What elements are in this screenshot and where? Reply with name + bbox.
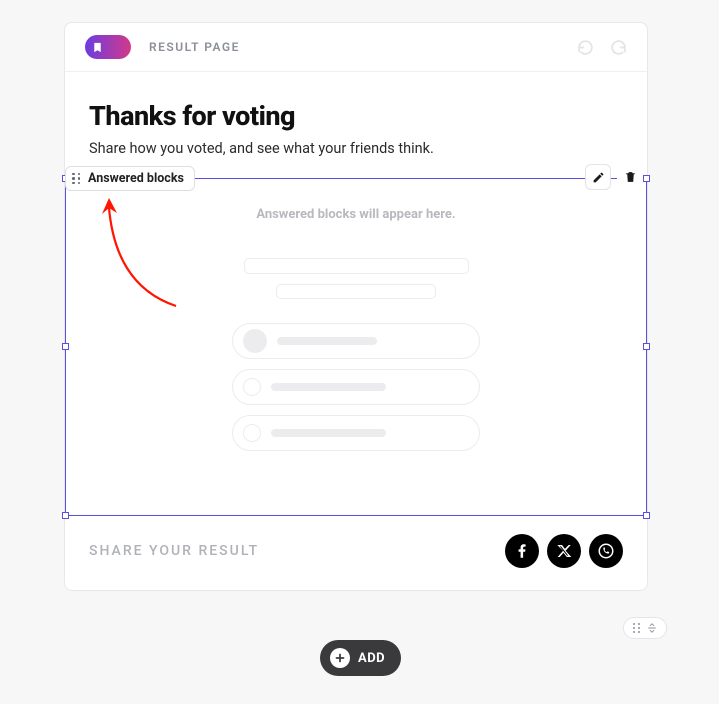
skeleton-option bbox=[232, 369, 480, 405]
selection-handle[interactable] bbox=[643, 512, 650, 519]
heading-block: Thanks for voting Share how you voted, a… bbox=[65, 72, 647, 167]
header-actions bbox=[577, 39, 627, 56]
selection-handle[interactable] bbox=[62, 512, 69, 519]
bookmark-icon bbox=[92, 41, 103, 54]
x-icon bbox=[556, 543, 572, 559]
selection-handle[interactable] bbox=[643, 175, 650, 182]
answered-blocks-area[interactable]: Answered blocks will appear here. bbox=[65, 178, 647, 516]
whatsapp-icon bbox=[597, 542, 615, 560]
share-facebook[interactable] bbox=[505, 534, 539, 568]
skeleton-option bbox=[232, 323, 480, 359]
share-row: SHARE YOUR RESULT bbox=[65, 516, 647, 590]
delete-button[interactable] bbox=[617, 164, 643, 190]
grip-icon bbox=[633, 623, 641, 634]
trash-icon bbox=[624, 170, 637, 184]
page-subtitle: Share how you voted, and see what your f… bbox=[89, 140, 623, 157]
skeleton-option bbox=[232, 415, 480, 451]
edit-button[interactable] bbox=[585, 164, 611, 190]
result-page-card: RESULT PAGE Thanks for voting Share how … bbox=[64, 22, 648, 591]
redo-icon[interactable] bbox=[610, 39, 627, 56]
skeleton-line bbox=[276, 284, 436, 299]
pencil-icon bbox=[592, 171, 605, 184]
selection-handle[interactable] bbox=[643, 343, 650, 350]
skeleton-preview bbox=[226, 258, 486, 461]
selection-handle[interactable] bbox=[62, 343, 69, 350]
page-title: Thanks for voting bbox=[89, 100, 623, 132]
bookmark-toggle[interactable] bbox=[85, 35, 131, 59]
skeleton-line bbox=[244, 258, 469, 274]
share-whatsapp[interactable] bbox=[589, 534, 623, 568]
undo-icon[interactable] bbox=[577, 39, 594, 56]
share-icons bbox=[505, 534, 623, 568]
split-icon bbox=[647, 622, 657, 634]
placeholder-text: Answered blocks will appear here. bbox=[66, 207, 646, 222]
page-label: RESULT PAGE bbox=[149, 40, 240, 54]
plus-icon bbox=[330, 648, 350, 668]
share-label: SHARE YOUR RESULT bbox=[89, 543, 259, 559]
answered-blocks-chip[interactable]: Answered blocks bbox=[65, 166, 195, 191]
add-button-label: ADD bbox=[358, 651, 385, 666]
chip-label: Answered blocks bbox=[88, 171, 184, 186]
reorder-handle[interactable] bbox=[623, 617, 667, 639]
share-x[interactable] bbox=[547, 534, 581, 568]
grip-icon bbox=[72, 173, 82, 185]
card-header: RESULT PAGE bbox=[65, 23, 647, 72]
facebook-icon bbox=[513, 542, 531, 560]
add-button[interactable]: ADD bbox=[320, 640, 401, 676]
